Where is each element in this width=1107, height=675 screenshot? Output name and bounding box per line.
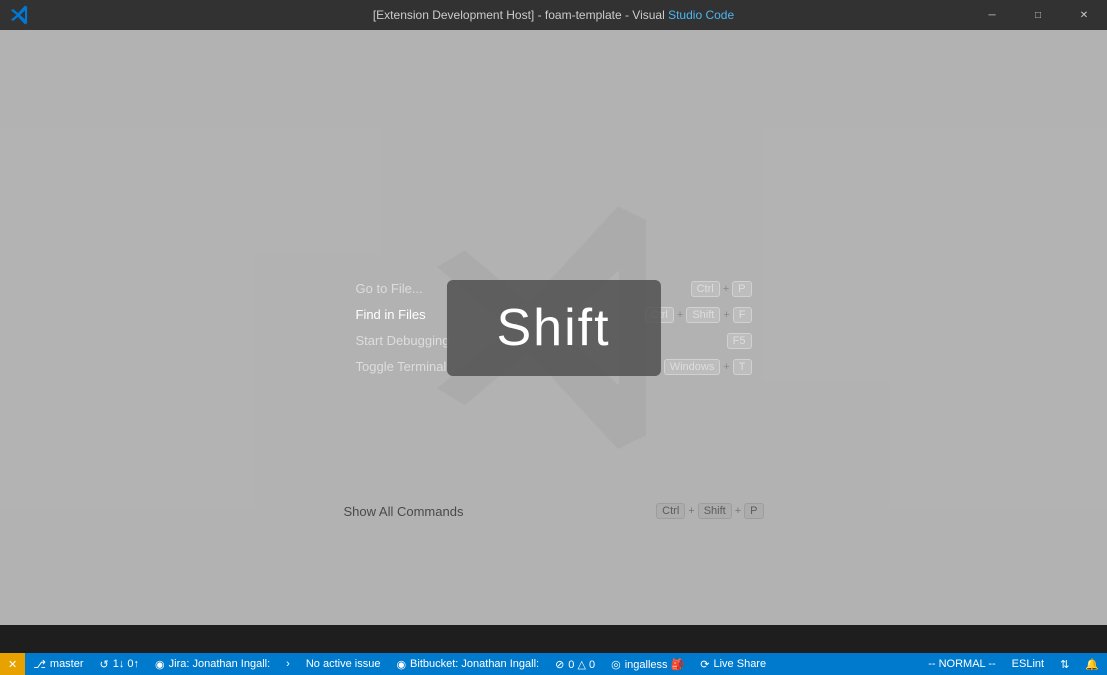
liveshare-label: Live Share: [714, 658, 767, 670]
branch-icon: ⎇: [33, 658, 46, 671]
status-remote-icon[interactable]: ⇅: [1052, 653, 1077, 675]
window-title: [Extension Development Host] - foam-temp…: [373, 8, 734, 22]
status-sync[interactable]: ↺ 1↓ 0↑: [92, 653, 148, 675]
jira-icon: ◉: [155, 658, 165, 671]
normal-mode-label: -- NORMAL --: [928, 658, 995, 670]
status-liveshare[interactable]: ⟳ Live Share: [692, 653, 774, 675]
jira-label: Jira: Jonathan Ingall:: [169, 658, 271, 670]
window-controls: ─ □ ✕: [969, 0, 1107, 30]
status-user[interactable]: ◎ ingalless 🎒: [603, 653, 692, 675]
user-label: ingalless 🎒: [625, 658, 685, 671]
status-bar: ✕ ⎇ master ↺ 1↓ 0↑ ◉ Jira: Jonathan Inga…: [0, 653, 1107, 675]
errors-icon: ⊘: [555, 658, 564, 671]
shift-key-overlay: Shift: [446, 280, 660, 376]
errors-label: 0 △ 0: [568, 658, 595, 671]
bitbucket-icon: ◉: [396, 658, 406, 671]
arrow-icon: ›: [286, 658, 290, 670]
title-bar: [Extension Development Host] - foam-temp…: [0, 0, 1107, 30]
eslint-label: ESLint: [1012, 658, 1044, 670]
status-arrow: ›: [278, 653, 298, 675]
no-issue-label: No active issue: [306, 658, 381, 670]
user-icon: ◎: [611, 658, 621, 671]
status-bitbucket[interactable]: ◉ Bitbucket: Jonathan Ingall:: [388, 653, 547, 675]
vscode-logo-icon: [10, 5, 30, 25]
status-branch[interactable]: ⎇ master: [25, 653, 91, 675]
error-x-icon: ✕: [8, 658, 17, 671]
status-eslint[interactable]: ESLint: [1004, 653, 1052, 675]
close-button[interactable]: ✕: [1061, 0, 1107, 30]
notification-bell-icon: 🔔: [1085, 658, 1099, 671]
liveshare-icon: ⟳: [700, 658, 709, 671]
sync-icon: ↺: [100, 658, 109, 671]
remote-icon: ⇅: [1060, 658, 1069, 671]
command-palette-overlay: Go to File... Ctrl + P Find in Files Ctr…: [0, 30, 1107, 625]
status-errors-count[interactable]: ⊘ 0 △ 0: [547, 653, 603, 675]
sync-count: 1↓ 0↑: [113, 658, 139, 670]
status-no-issue[interactable]: No active issue: [298, 653, 389, 675]
main-area: Show All Commands Ctrl + Shift + P Go to…: [0, 30, 1107, 625]
status-error-icon[interactable]: ✕: [0, 653, 25, 675]
status-normal-mode: -- NORMAL --: [920, 653, 1003, 675]
status-notification[interactable]: 🔔: [1077, 653, 1107, 675]
maximize-button[interactable]: □: [1015, 0, 1061, 30]
status-jira[interactable]: ◉ Jira: Jonathan Ingall:: [147, 653, 278, 675]
branch-name: master: [50, 658, 84, 670]
minimize-button[interactable]: ─: [969, 0, 1015, 30]
bitbucket-label: Bitbucket: Jonathan Ingall:: [410, 658, 539, 670]
